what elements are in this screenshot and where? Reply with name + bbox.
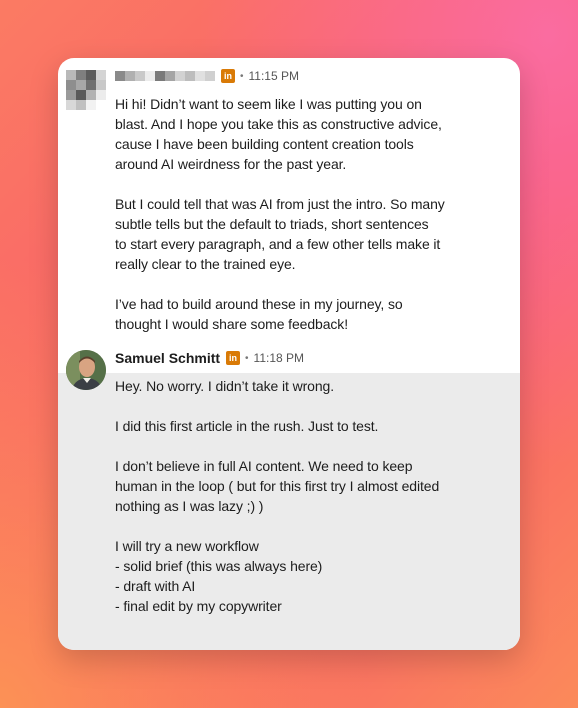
avatar[interactable] [66, 350, 106, 390]
avatar-person-icon [66, 350, 106, 390]
separator-dot: • [240, 70, 244, 82]
text-line: But I could tell that was AI from just t… [115, 196, 445, 212]
text-line: around AI weirdness for the past year. [115, 156, 347, 172]
message-body: Hey. No worry. I didn’t take it wrong. I… [115, 376, 475, 636]
text-line: - solid brief (this was always here) [115, 558, 323, 574]
message-header: Samuel Schmitt in • 11:18 PM [115, 349, 304, 367]
separator-dot: • [245, 352, 249, 364]
text-line: I will try a new workflow [115, 538, 259, 554]
avatar-pixelated[interactable] [66, 70, 106, 110]
text-line: - draft with AI [115, 578, 196, 594]
text-line: subtle tells but the default to triads, … [115, 216, 429, 232]
message-1: in • 11:15 PM Hi hi! Didn’t want to seem… [58, 58, 520, 348]
text-line: blast. And I hope you take this as const… [115, 116, 442, 132]
text-line: Hey. No worry. I didn’t take it wrong. [115, 378, 334, 394]
text-line: human in the loop ( but for this first t… [115, 478, 440, 494]
paragraph: Hey. No worry. I didn’t take it wrong. [115, 376, 475, 396]
message-body: Hi hi! Didn’t want to seem like I was pu… [115, 94, 475, 354]
text-line: I’ve had to build around these in my jou… [115, 296, 403, 312]
paragraph: I’ve had to build around these in my jou… [115, 294, 475, 334]
chat-card: in • 11:15 PM Hi hi! Didn’t want to seem… [58, 58, 520, 650]
linkedin-icon: in [221, 69, 235, 83]
timestamp: 11:15 PM [248, 69, 299, 83]
text-line: Hi hi! Didn’t want to seem like I was pu… [115, 96, 422, 112]
text-line: thought I would share some feedback! [115, 316, 348, 332]
paragraph: I did this first article in the rush. Ju… [115, 416, 475, 436]
text-line: I don’t believe in full AI content. We n… [115, 458, 413, 474]
paragraph: But I could tell that was AI from just t… [115, 194, 475, 274]
text-line: really clear to the trained eye. [115, 256, 296, 272]
sender-name-redacted [115, 71, 215, 81]
message-2: Samuel Schmitt in • 11:18 PM Hey. No wor… [58, 344, 520, 650]
message-header: in • 11:15 PM [115, 67, 299, 85]
text-line: nothing as I was lazy ;) ) [115, 498, 264, 514]
paragraph: Hi hi! Didn’t want to seem like I was pu… [115, 94, 475, 174]
linkedin-icon: in [226, 351, 241, 365]
text-line: cause I have been building content creat… [115, 136, 414, 152]
timestamp: 11:18 PM [253, 351, 305, 365]
paragraph: I don’t believe in full AI content. We n… [115, 456, 475, 516]
paragraph: I will try a new workflow - solid brief … [115, 536, 475, 616]
sender-name[interactable]: Samuel Schmitt [115, 350, 220, 366]
text-line: to start every paragraph, and a few othe… [115, 236, 441, 252]
text-line: - final edit by my copywriter [115, 598, 282, 614]
text-line: I did this first article in the rush. Ju… [115, 418, 379, 434]
